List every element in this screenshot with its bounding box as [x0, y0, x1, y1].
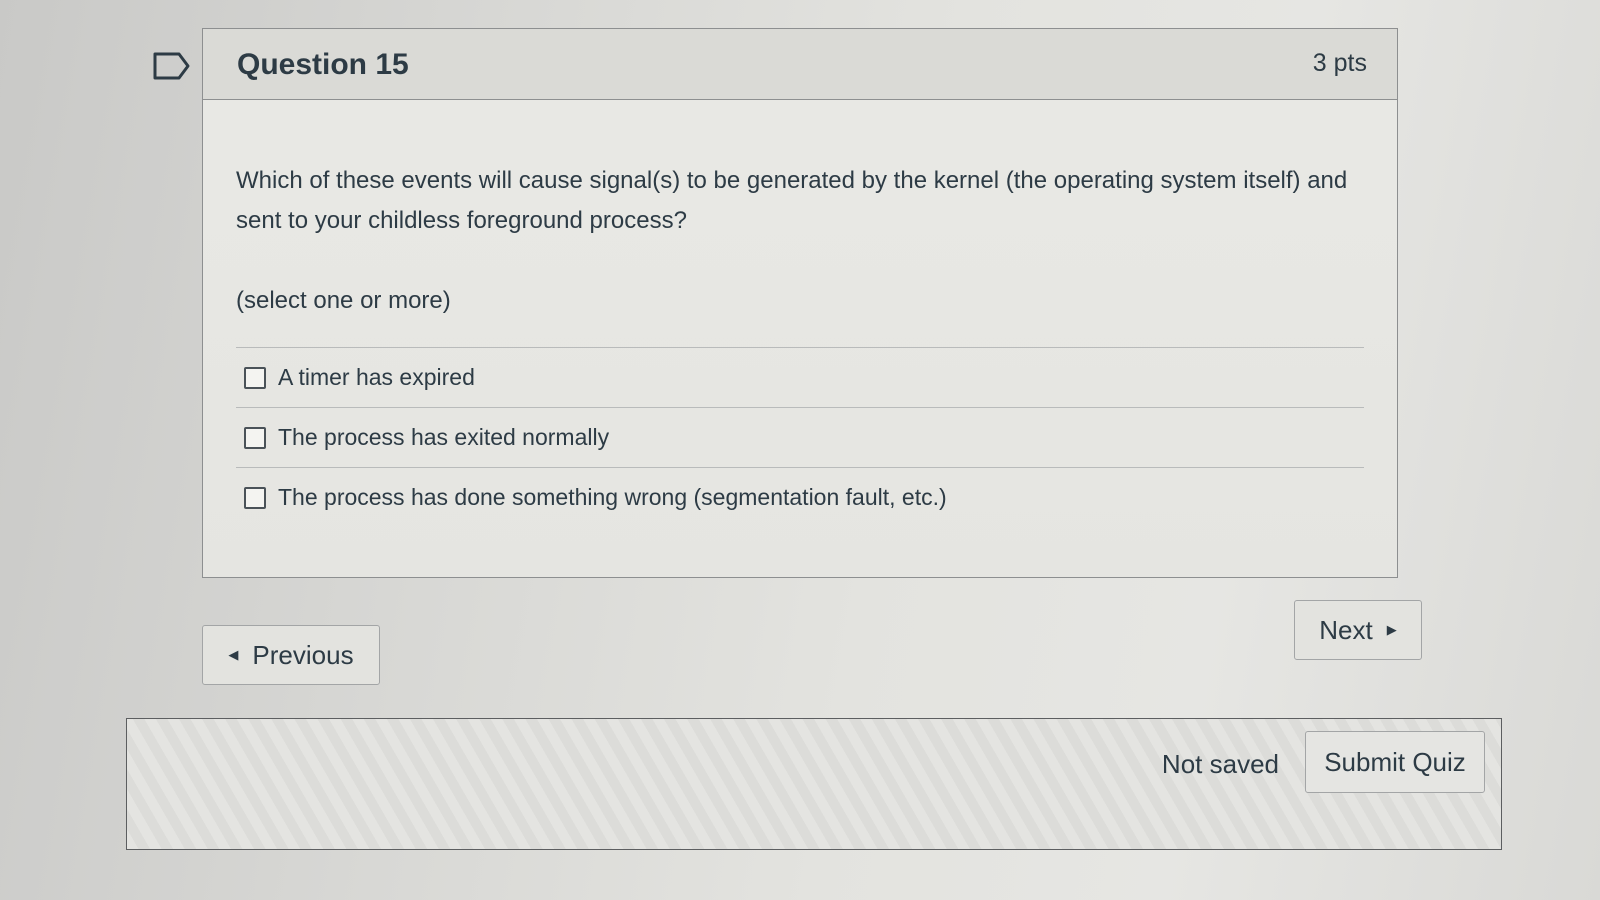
answer-label[interactable]: The process has done something wrong (se…: [278, 484, 947, 511]
answer-label[interactable]: A timer has expired: [278, 364, 475, 391]
next-button[interactable]: Next ▶: [1294, 600, 1422, 660]
caret-right-icon: ▶: [1386, 622, 1397, 637]
answer-option[interactable]: The process has exited normally: [236, 407, 1364, 467]
next-label: Next: [1319, 614, 1373, 645]
answer-checkbox[interactable]: [244, 366, 266, 389]
answer-checkbox[interactable]: [244, 426, 266, 449]
question-header: Question 15 3 pts: [203, 29, 1397, 100]
answer-list: A timer has expired The process has exit…: [236, 347, 1364, 527]
previous-button[interactable]: ◀ Previous: [202, 625, 380, 685]
caret-left-icon: ◀: [228, 647, 239, 662]
question-text: Which of these events will cause signal(…: [236, 167, 1348, 234]
answer-option[interactable]: The process has done something wrong (se…: [236, 467, 1364, 527]
quiz-footer: Not saved Submit Quiz: [126, 718, 1502, 850]
answer-option[interactable]: A timer has expired: [236, 347, 1364, 407]
answer-label[interactable]: The process has exited normally: [278, 424, 609, 451]
flag-question-icon[interactable]: [153, 52, 191, 80]
question-title: Question 15: [237, 48, 409, 81]
question-card: Question 15 3 pts Which of these events …: [202, 28, 1398, 578]
question-hint: (select one or more): [236, 287, 451, 314]
submit-quiz-button[interactable]: Submit Quiz: [1305, 731, 1485, 793]
answer-checkbox[interactable]: [244, 486, 266, 509]
question-points: 3 pts: [1312, 49, 1367, 77]
previous-label: Previous: [252, 639, 354, 670]
save-status: Not saved: [1161, 749, 1279, 779]
